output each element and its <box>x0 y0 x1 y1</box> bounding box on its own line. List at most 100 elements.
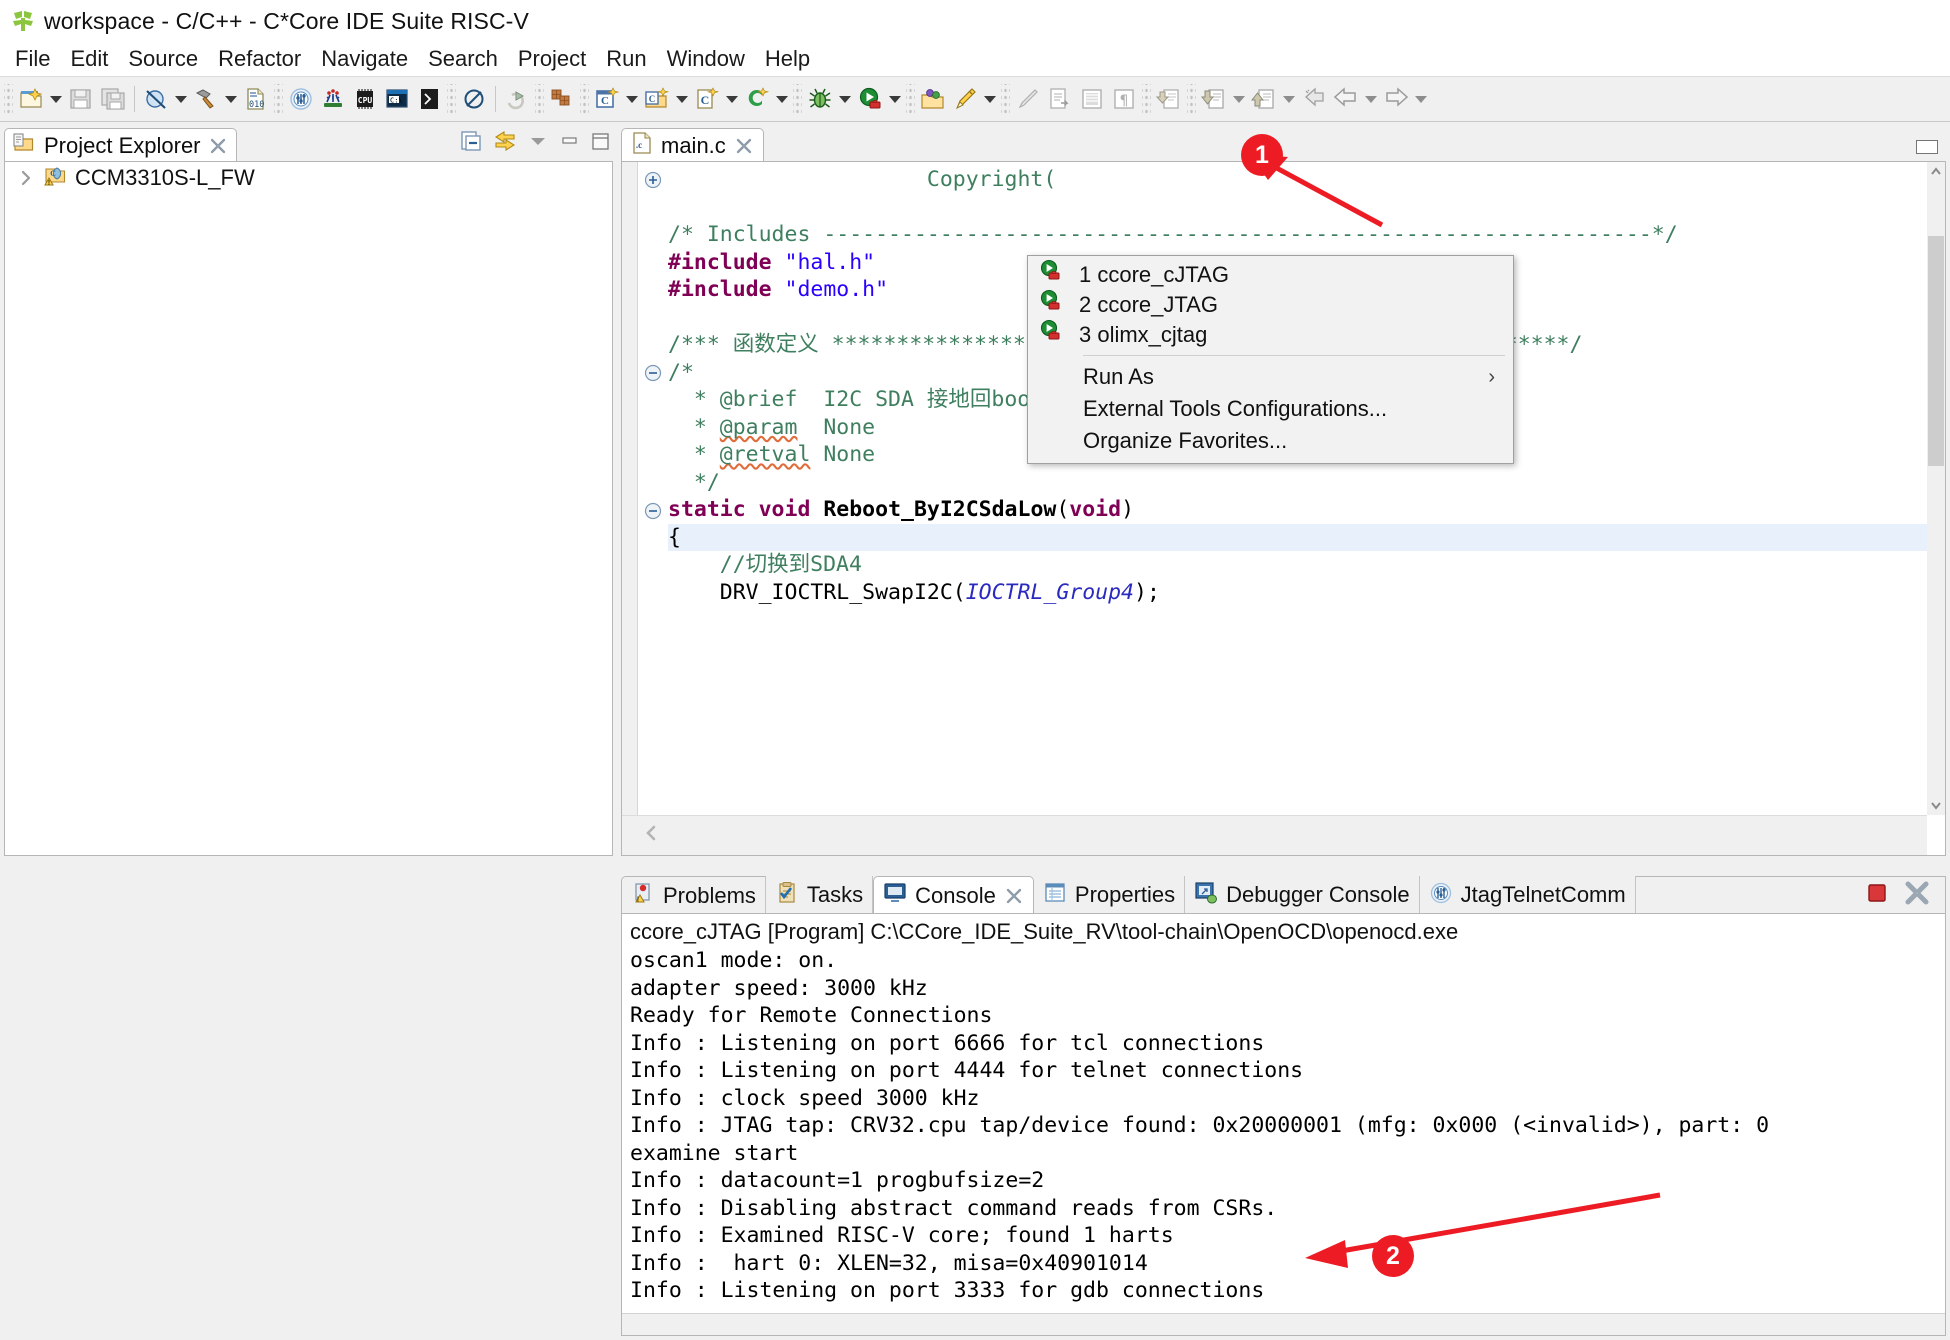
menu-project[interactable]: Project <box>509 45 595 73</box>
previous-edit-location-icon[interactable] <box>1198 82 1230 116</box>
fold-collapse-icon[interactable] <box>643 363 663 383</box>
next-edit-location-icon[interactable] <box>1248 82 1280 116</box>
code-line[interactable]: Copyright( <box>668 166 1927 194</box>
tab-console[interactable]: Console <box>873 876 1034 914</box>
build-dropdown-arrow[interactable] <box>222 82 240 116</box>
previous-edit-dropdown-arrow[interactable] <box>1230 82 1248 116</box>
menu-navigate[interactable]: Navigate <box>312 45 417 73</box>
forward-icon[interactable] <box>1380 82 1412 116</box>
menu-search[interactable]: Search <box>419 45 507 73</box>
code-line[interactable]: */ <box>668 469 1927 497</box>
skip-breakpoints-dropdown-arrow[interactable] <box>172 82 190 116</box>
view-menu-icon[interactable] <box>527 130 549 157</box>
open-resource-icon[interactable] <box>917 82 949 116</box>
menu-item-external-tools-configurations[interactable]: External Tools Configurations... <box>1028 393 1513 425</box>
minimize-icon[interactable] <box>558 130 580 157</box>
editor-vertical-scrollbar[interactable] <box>1927 162 1945 815</box>
menu-item-favorite-2[interactable]: 2 ccore_JTAG <box>1028 289 1513 320</box>
save-all-icon[interactable] <box>97 82 129 116</box>
jtag-telnet-icon[interactable] <box>285 82 317 116</box>
external-tools-dropdown-menu[interactable]: 1 ccore_cJTAG 2 ccore_JTAG 3 olimx_cjtag… <box>1027 255 1514 464</box>
menu-item-organize-favorites[interactable]: Organize Favorites... <box>1028 425 1513 457</box>
back-icon[interactable] <box>1330 82 1362 116</box>
fold-expand-icon[interactable] <box>643 170 663 190</box>
tab-tasks[interactable]: Tasks <box>765 876 874 914</box>
tab-problems[interactable]: ! Problems <box>621 876 766 914</box>
build-all-icon[interactable] <box>546 82 578 116</box>
console-output-area[interactable]: ccore_cJTAG [Program] C:\CCore_IDE_Suite… <box>621 913 1946 1336</box>
toolbar-grip[interactable] <box>1001 84 1010 114</box>
tab-properties[interactable]: Properties <box>1033 876 1186 914</box>
new-c-project-dropdown-arrow[interactable] <box>623 82 641 116</box>
code-line[interactable]: //切换到SDA4 <box>668 551 1927 579</box>
debug-dropdown-arrow[interactable] <box>836 82 854 116</box>
scroll-up-icon[interactable] <box>1927 162 1945 182</box>
maximize-icon[interactable] <box>589 130 611 157</box>
new-class-dropdown-arrow[interactable] <box>773 82 791 116</box>
toolbar-grip[interactable] <box>535 84 544 114</box>
new-c-source-file-dropdown-arrow[interactable] <box>723 82 741 116</box>
code-line[interactable]: static void Reboot_ByI2CSdaLow(void) <box>668 496 1927 524</box>
menu-source[interactable]: Source <box>119 45 207 73</box>
code-line[interactable] <box>668 194 1927 222</box>
editor-horizontal-scrollbar[interactable] <box>622 815 1927 855</box>
collapse-all-icon[interactable] <box>459 129 483 158</box>
toolbar-grip[interactable] <box>580 84 589 114</box>
editor-maximize-icon[interactable] <box>1916 140 1938 154</box>
back-dropdown-arrow[interactable] <box>1362 82 1380 116</box>
editor-folding-gutter[interactable] <box>639 162 667 815</box>
tab-main-c[interactable]: .c main.c <box>621 128 764 162</box>
debug-bug-icon[interactable] <box>804 82 836 116</box>
editor-scroll-thumb[interactable] <box>1928 236 1944 466</box>
close-icon[interactable] <box>734 136 754 156</box>
menu-item-favorite-1[interactable]: 1 ccore_cJTAG <box>1028 259 1513 290</box>
run-external-tools-dropdown-arrow[interactable] <box>886 82 904 116</box>
project-explorer-tree[interactable]: C ! CCM3310S-L_FW <box>4 161 613 856</box>
link-with-editor-icon[interactable] <box>492 129 518 158</box>
toolbar-grip[interactable] <box>4 84 13 114</box>
editor-marker-gutter[interactable] <box>622 162 638 815</box>
tab-debugger-console[interactable]: Debugger Console <box>1185 876 1420 914</box>
tab-jtag-telnet-comm[interactable]: JtagTelnetComm <box>1419 876 1636 914</box>
fold-collapse-icon[interactable] <box>643 501 663 521</box>
new-c-folder-icon[interactable]: C <box>641 82 673 116</box>
menu-item-favorite-3[interactable]: 3 olimx_cjtag <box>1028 319 1513 350</box>
menu-help[interactable]: Help <box>756 45 819 73</box>
scroll-left-icon[interactable] <box>642 823 662 848</box>
menu-edit[interactable]: Edit <box>61 45 117 73</box>
binary-file-icon[interactable]: 010 <box>240 82 272 116</box>
new-c-source-file-icon[interactable]: C <box>691 82 723 116</box>
new-wizard-dropdown-arrow[interactable] <box>47 82 65 116</box>
run-external-tools-icon[interactable] <box>854 82 886 116</box>
marker-pen-dropdown-arrow[interactable] <box>981 82 999 116</box>
flash-download-icon[interactable] <box>317 82 349 116</box>
terminate-icon[interactable] <box>1865 881 1889 910</box>
toolbar-grip[interactable] <box>274 84 283 114</box>
menu-run[interactable]: Run <box>597 45 655 73</box>
toolbar-grip[interactable] <box>447 84 456 114</box>
console-horizontal-scrollbar[interactable] <box>622 1313 1945 1335</box>
save-icon[interactable] <box>65 82 97 116</box>
close-icon[interactable] <box>208 136 228 156</box>
new-wizard-icon[interactable] <box>15 82 47 116</box>
toolbar-grip[interactable] <box>906 84 915 114</box>
close-icon[interactable] <box>1004 886 1024 906</box>
remove-launch-icon[interactable] <box>1903 879 1931 912</box>
menu-file[interactable]: File <box>6 45 59 73</box>
forward-dropdown-arrow[interactable] <box>1412 82 1430 116</box>
toolbar-grip[interactable] <box>1142 84 1151 114</box>
no-entry-icon[interactable] <box>458 82 490 116</box>
scroll-down-icon[interactable] <box>1927 795 1945 815</box>
tree-item-project[interactable]: C ! CCM3310S-L_FW <box>5 162 612 194</box>
console-output-text[interactable]: oscan1 mode: on. adapter speed: 3000 kHz R… <box>622 947 1945 1305</box>
code-line[interactable]: { <box>668 523 1927 551</box>
cpu-icon[interactable]: CPU <box>349 82 381 116</box>
back-to-previous-icon[interactable] <box>1298 82 1330 116</box>
new-c-project-icon[interactable]: C <box>591 82 623 116</box>
new-class-icon[interactable] <box>741 82 773 116</box>
menu-window[interactable]: Window <box>658 45 754 73</box>
console-terminal-icon[interactable]: C:\ <box>381 82 413 116</box>
chevron-right-icon[interactable] <box>17 169 35 187</box>
toolbar-grip[interactable] <box>1187 84 1196 114</box>
menu-item-run-as[interactable]: Run As › <box>1028 361 1513 393</box>
